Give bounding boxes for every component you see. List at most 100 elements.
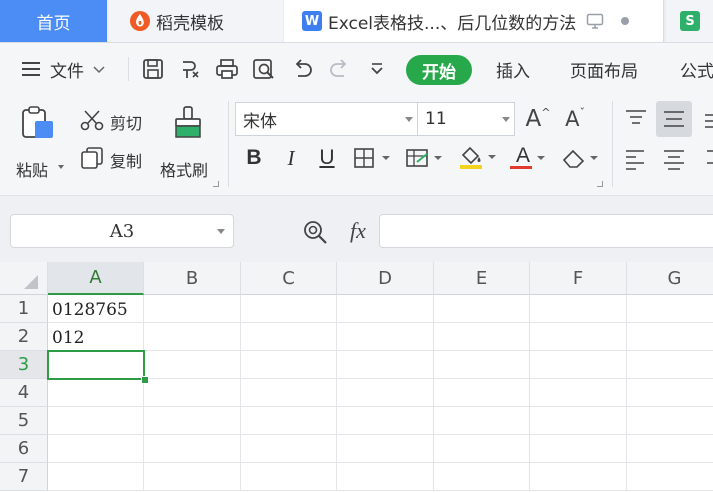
- align-right-button[interactable]: [701, 145, 713, 173]
- cell-c4[interactable]: [241, 379, 337, 407]
- column-header-g[interactable]: G: [627, 262, 713, 295]
- format-painter-button[interactable]: 格式刷: [160, 103, 218, 183]
- cell-d2[interactable]: [337, 323, 434, 351]
- clear-format-button[interactable]: [560, 144, 602, 172]
- row-header-4[interactable]: 4: [0, 379, 48, 407]
- cell-b4[interactable]: [144, 379, 241, 407]
- cell-a5[interactable]: [48, 407, 144, 435]
- name-box[interactable]: A3: [10, 214, 234, 248]
- align-bottom-button[interactable]: [701, 105, 713, 133]
- align-middle-button[interactable]: [656, 101, 692, 137]
- row-header-7[interactable]: 7: [0, 463, 48, 491]
- row-header-6[interactable]: 6: [0, 435, 48, 463]
- cell-g3[interactable]: [627, 351, 713, 379]
- column-header-b[interactable]: B: [144, 262, 241, 295]
- bold-button[interactable]: B: [240, 144, 268, 172]
- zoom-search-icon[interactable]: [301, 218, 329, 246]
- cell-g5[interactable]: [627, 407, 713, 435]
- cell-d6[interactable]: [337, 435, 434, 463]
- cell-c2[interactable]: [241, 323, 337, 351]
- cell-e7[interactable]: [434, 463, 530, 491]
- column-header-f[interactable]: F: [530, 262, 627, 295]
- font-name-combo[interactable]: 宋体: [235, 102, 418, 136]
- cell-f5[interactable]: [530, 407, 627, 435]
- align-center-button[interactable]: [660, 145, 688, 173]
- paste-button[interactable]: 粘贴: [14, 103, 66, 183]
- grow-font-button[interactable]: A ^: [525, 105, 551, 133]
- cell-style-button[interactable]: [404, 144, 446, 172]
- cell-b7[interactable]: [144, 463, 241, 491]
- cell-c3[interactable]: [241, 351, 337, 379]
- file-menu[interactable]: 文件: [20, 53, 106, 85]
- cell-e2[interactable]: [434, 323, 530, 351]
- print-preview-icon[interactable]: [251, 56, 277, 82]
- tab-page-layout[interactable]: 页面布局: [570, 53, 638, 85]
- cell-g6[interactable]: [627, 435, 713, 463]
- cell-g2[interactable]: [627, 323, 713, 351]
- column-header-c[interactable]: C: [241, 262, 337, 295]
- cell-f4[interactable]: [530, 379, 627, 407]
- fill-handle[interactable]: [141, 376, 149, 384]
- cell-a1[interactable]: 0128765: [48, 295, 144, 323]
- cell-e4[interactable]: [434, 379, 530, 407]
- row-header-3[interactable]: 3: [0, 351, 48, 379]
- print-icon[interactable]: [214, 56, 240, 82]
- column-header-d[interactable]: D: [337, 262, 434, 295]
- borders-button[interactable]: [352, 144, 394, 172]
- tab-formula[interactable]: 公式: [680, 53, 713, 85]
- cell-e6[interactable]: [434, 435, 530, 463]
- tab-start[interactable]: 开始: [406, 55, 472, 85]
- cell-c7[interactable]: [241, 463, 337, 491]
- cell-b1[interactable]: [144, 295, 241, 323]
- cell-a7[interactable]: [48, 463, 144, 491]
- cell-f7[interactable]: [530, 463, 627, 491]
- font-color-button[interactable]: A: [508, 144, 550, 172]
- font-size-dropdown-icon[interactable]: [502, 117, 510, 122]
- monitor-icon[interactable]: [586, 13, 604, 29]
- font-group-launcher-icon[interactable]: [597, 181, 603, 187]
- cell-e1[interactable]: [434, 295, 530, 323]
- cell-d7[interactable]: [337, 463, 434, 491]
- cell-e5[interactable]: [434, 407, 530, 435]
- italic-button[interactable]: I: [277, 144, 305, 172]
- cell-d4[interactable]: [337, 379, 434, 407]
- cut-button[interactable]: 剪切: [80, 107, 152, 135]
- cell-a4[interactable]: [48, 379, 144, 407]
- underline-button[interactable]: U: [313, 144, 341, 172]
- row-header-5[interactable]: 5: [0, 407, 48, 435]
- copy-button[interactable]: 复制: [80, 145, 152, 173]
- redo-icon[interactable]: [326, 56, 352, 82]
- spreadsheet-grid[interactable]: ABCDEFG 1234567 0128765 012: [0, 262, 713, 493]
- cell-g1[interactable]: [627, 295, 713, 323]
- cell-g7[interactable]: [627, 463, 713, 491]
- row-header-1[interactable]: 1: [0, 295, 48, 323]
- tab-daoke-templates[interactable]: 稻壳模板: [108, 0, 283, 42]
- cell-d5[interactable]: [337, 407, 434, 435]
- font-size-combo[interactable]: 11: [417, 102, 515, 136]
- tab-insert[interactable]: 插入: [496, 53, 530, 85]
- name-box-dropdown-icon[interactable]: [217, 229, 225, 234]
- undo-icon[interactable]: [290, 56, 316, 82]
- tab-spreadsheet[interactable]: S: [666, 0, 713, 42]
- cell-e3[interactable]: [434, 351, 530, 379]
- cell-f6[interactable]: [530, 435, 627, 463]
- cell-b5[interactable]: [144, 407, 241, 435]
- align-left-button[interactable]: [622, 145, 650, 173]
- cell-b6[interactable]: [144, 435, 241, 463]
- cell-f3[interactable]: [530, 351, 627, 379]
- cell-b2[interactable]: [144, 323, 241, 351]
- select-all-corner[interactable]: [0, 262, 48, 295]
- paste-dropdown-icon[interactable]: [58, 165, 64, 169]
- cell-f1[interactable]: [530, 295, 627, 323]
- align-top-button[interactable]: [622, 105, 650, 133]
- row-header-2[interactable]: 2: [0, 323, 48, 351]
- formula-input[interactable]: [379, 214, 713, 248]
- cell-d1[interactable]: [337, 295, 434, 323]
- tab-home[interactable]: 首页: [0, 0, 107, 42]
- insert-function-button[interactable]: fx: [343, 216, 373, 246]
- cell-g4[interactable]: [627, 379, 713, 407]
- cell-b3[interactable]: [144, 351, 241, 379]
- cell-f2[interactable]: [530, 323, 627, 351]
- cell-c1[interactable]: [241, 295, 337, 323]
- shrink-font-button[interactable]: Aˇ: [562, 105, 588, 133]
